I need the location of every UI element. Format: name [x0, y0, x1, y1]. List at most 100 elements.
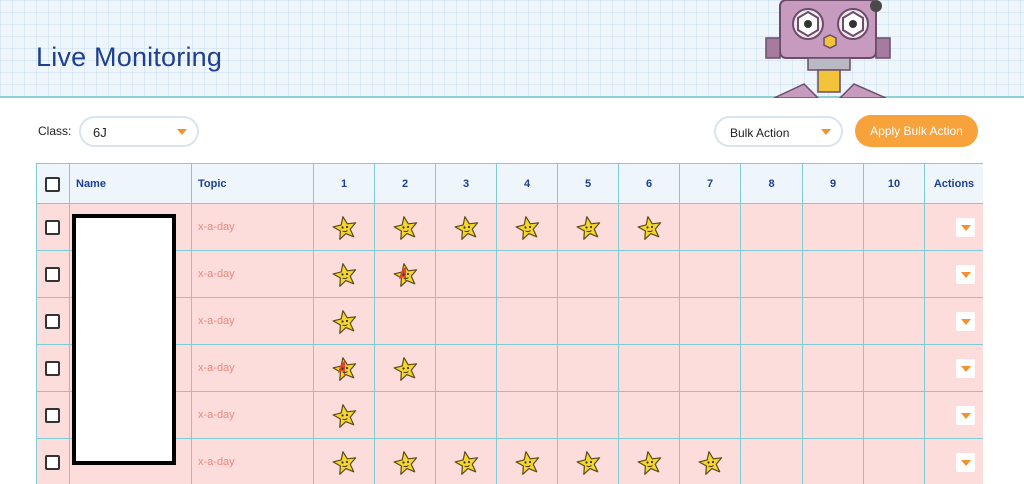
gold-star-icon	[637, 451, 662, 475]
question-result-cell	[741, 298, 803, 345]
question-result-cell	[436, 298, 497, 345]
header-question-2: 2	[375, 164, 436, 204]
gold-star-icon	[332, 404, 357, 428]
class-label: Class:	[38, 124, 72, 138]
row-checkbox[interactable]	[45, 455, 60, 470]
question-result-cell	[436, 251, 497, 298]
question-result-cell	[497, 392, 558, 439]
question-result-cell	[375, 251, 436, 298]
question-result-cell	[314, 392, 375, 439]
header-question-1: 1	[314, 164, 375, 204]
topic-cell: x-a-day	[192, 204, 314, 251]
header-question-10: 10	[864, 164, 925, 204]
row-actions-button[interactable]	[956, 453, 975, 472]
header-name: Name	[70, 164, 192, 204]
select-all-checkbox[interactable]	[45, 177, 60, 192]
question-result-cell	[864, 251, 925, 298]
question-result-cell	[314, 439, 375, 484]
actions-cell	[925, 251, 983, 298]
question-result-cell	[619, 439, 680, 484]
header-question-7: 7	[680, 164, 741, 204]
monitoring-table: Name Topic 1 2 3 4 5 6 7 8 9 10 Actions x-a-day x-a-da…	[36, 163, 983, 484]
table-row-checkbox-cell	[37, 204, 70, 251]
question-result-cell	[375, 392, 436, 439]
gold-star-icon	[332, 451, 357, 475]
question-result-cell	[741, 251, 803, 298]
header-question-9: 9	[803, 164, 864, 204]
question-result-cell	[864, 298, 925, 345]
question-result-cell	[497, 345, 558, 392]
question-result-cell	[803, 298, 864, 345]
question-result-cell	[864, 392, 925, 439]
question-result-cell	[375, 298, 436, 345]
table-row-checkbox-cell	[37, 251, 70, 298]
chevron-down-icon	[177, 129, 187, 135]
header-actions: Actions	[925, 164, 983, 204]
header-topic: Topic	[192, 164, 314, 204]
gold-star-icon	[576, 451, 601, 475]
question-result-cell	[803, 251, 864, 298]
chevron-down-icon	[961, 225, 971, 231]
actions-cell	[925, 298, 983, 345]
gold-star-icon	[393, 357, 418, 381]
class-select[interactable]: 6J	[79, 116, 199, 147]
question-result-cell	[558, 392, 619, 439]
question-result-cell	[803, 392, 864, 439]
header-question-5: 5	[558, 164, 619, 204]
row-actions-button[interactable]	[956, 265, 975, 284]
question-result-cell	[558, 298, 619, 345]
row-checkbox[interactable]	[45, 220, 60, 235]
apply-bulk-action-button[interactable]: Apply Bulk Action	[855, 115, 978, 147]
header-select-all-cell	[37, 164, 70, 204]
bulk-action-select[interactable]: Bulk Action	[714, 116, 843, 147]
question-result-cell	[558, 251, 619, 298]
question-result-cell	[314, 298, 375, 345]
gold-star-icon	[454, 216, 479, 240]
header-question-6: 6	[619, 164, 680, 204]
row-actions-button[interactable]	[956, 359, 975, 378]
row-actions-button[interactable]	[956, 312, 975, 331]
robot-mascot-icon	[765, 0, 891, 98]
gold-star-icon	[332, 263, 357, 287]
page-title: Live Monitoring	[36, 42, 223, 72]
question-result-cell	[314, 345, 375, 392]
question-result-cell	[680, 204, 741, 251]
gold-star-icon	[515, 216, 540, 240]
row-actions-button[interactable]	[956, 406, 975, 425]
gold-star-icon	[637, 216, 662, 240]
question-result-cell	[436, 439, 497, 484]
class-select-value: 6J	[93, 125, 107, 140]
row-checkbox[interactable]	[45, 314, 60, 329]
question-result-cell	[803, 345, 864, 392]
chevron-down-icon	[961, 319, 971, 325]
gold-star-icon	[393, 216, 418, 240]
question-result-cell	[375, 439, 436, 484]
table-row-checkbox-cell	[37, 345, 70, 392]
row-actions-button[interactable]	[956, 218, 975, 237]
gold-star-icon	[698, 451, 723, 475]
question-result-cell	[680, 345, 741, 392]
question-result-cell	[619, 298, 680, 345]
question-result-cell	[558, 439, 619, 484]
actions-cell	[925, 392, 983, 439]
question-result-cell	[497, 439, 558, 484]
row-checkbox[interactable]	[45, 361, 60, 376]
question-result-cell	[619, 345, 680, 392]
question-result-cell	[680, 439, 741, 484]
row-checkbox[interactable]	[45, 267, 60, 282]
gold-star-icon	[515, 451, 540, 475]
question-result-cell	[436, 392, 497, 439]
chevron-down-icon	[961, 272, 971, 278]
row-checkbox[interactable]	[45, 408, 60, 423]
actions-cell	[925, 345, 983, 392]
table-row-checkbox-cell	[37, 439, 70, 484]
question-result-cell	[497, 298, 558, 345]
question-result-cell	[619, 392, 680, 439]
chevron-down-icon	[821, 129, 831, 135]
header-question-3: 3	[436, 164, 497, 204]
redacted-names	[72, 214, 176, 465]
gold-star-icon	[393, 451, 418, 475]
topic-cell: x-a-day	[192, 298, 314, 345]
table-row-checkbox-cell	[37, 298, 70, 345]
question-result-cell	[680, 251, 741, 298]
